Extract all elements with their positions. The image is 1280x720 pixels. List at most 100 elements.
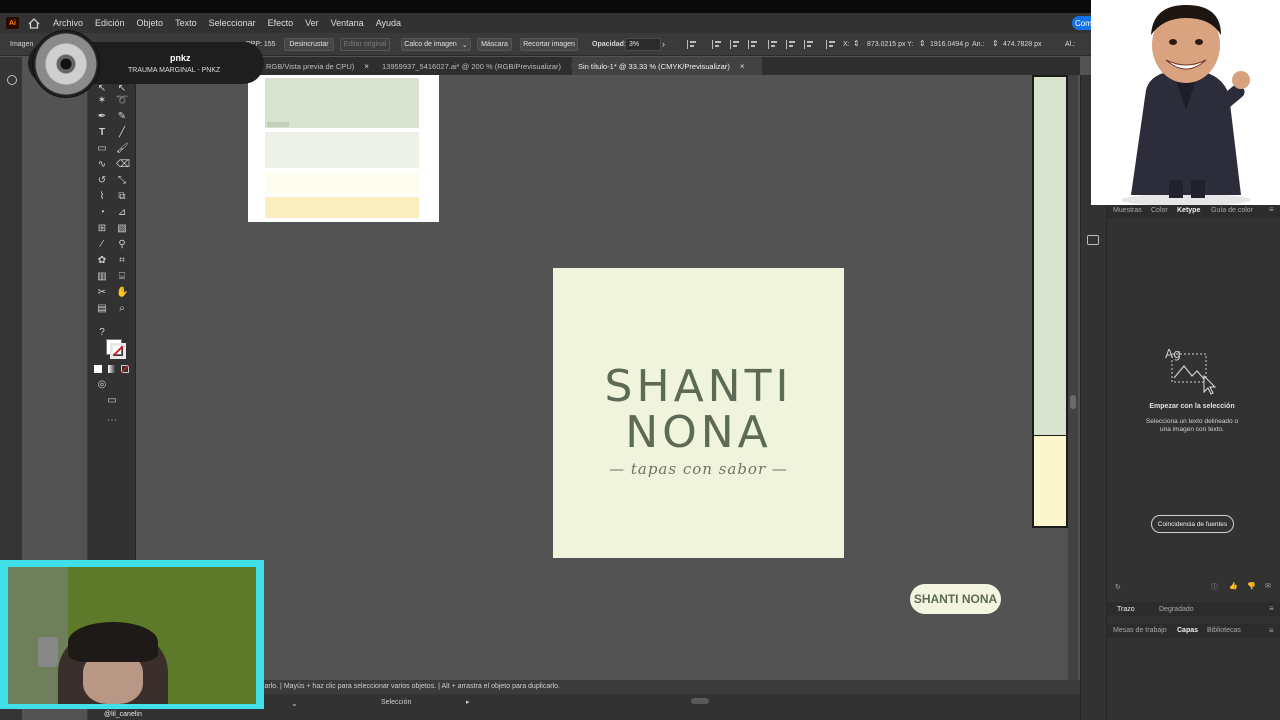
menu-objeto[interactable]: Objeto: [137, 18, 164, 28]
right-swatch-yellow[interactable]: [1034, 436, 1066, 526]
y-stepper-icon[interactable]: ⇕: [919, 39, 926, 48]
vertical-scrollbar[interactable]: [1068, 75, 1078, 680]
info-icon[interactable]: ⓘ: [1211, 582, 1218, 592]
recortar-imagen-button[interactable]: Recortar imagen: [520, 38, 578, 51]
panel-menu-icon[interactable]: ≡: [1269, 604, 1274, 613]
zoom-tool-icon[interactable]: ⌕: [116, 303, 128, 315]
column-graph-tool-icon[interactable]: ⌗: [116, 255, 128, 267]
align-top-icon[interactable]: [768, 40, 778, 49]
tab-mesas-trabajo[interactable]: Mesas de trabajo: [1113, 627, 1167, 634]
panel-toggle-icon[interactable]: [7, 75, 17, 85]
warp-tool-icon[interactable]: ⌇: [96, 191, 108, 203]
perspective-grid-tool-icon[interactable]: ⊿: [116, 207, 128, 219]
transform-grid-icon[interactable]: [826, 40, 836, 49]
artboard-tool-icon[interactable]: ⌸: [116, 271, 128, 283]
shape-builder-tool-icon[interactable]: ◔: [96, 207, 108, 219]
chevron-down-icon[interactable]: ⌄: [291, 699, 298, 708]
menu-texto[interactable]: Texto: [175, 18, 197, 28]
tab-document-2[interactable]: 13959937_5416027.ai* @ 200 % (RGB/Previs…: [376, 57, 576, 75]
screen-mode-icon[interactable]: ▭: [106, 395, 118, 407]
menu-archivo[interactable]: Archivo: [53, 18, 83, 28]
shaper-tool-icon[interactable]: ∿: [96, 159, 108, 171]
palette-swatch-yellow[interactable]: [265, 197, 419, 218]
gradient-tool-icon[interactable]: ▧: [116, 223, 128, 235]
eraser-tool-icon[interactable]: ⌫: [116, 159, 130, 171]
editar-original-button[interactable]: Editar original: [340, 38, 390, 51]
graph-tool-icon[interactable]: ▥: [96, 271, 108, 283]
opacidad-input[interactable]: 3%: [625, 38, 661, 51]
eyedropper-tool-icon[interactable]: ⁄: [96, 239, 108, 251]
tab-color[interactable]: Color: [1151, 207, 1168, 214]
more-tools-icon[interactable]: ⋯: [106, 415, 118, 427]
symbol-sprayer-tool-icon[interactable]: ✿: [96, 255, 108, 267]
x-input[interactable]: 873.0215 px: [867, 41, 906, 48]
paintbrush-tool-icon[interactable]: 🖌: [116, 143, 129, 155]
hand-tool-icon[interactable]: ✋: [116, 287, 128, 299]
stroke-swatch[interactable]: [110, 343, 126, 359]
width-input[interactable]: 474.7828 px: [1003, 41, 1042, 48]
menu-seleccionar[interactable]: Seleccionar: [209, 18, 256, 28]
refresh-icon[interactable]: ↻: [1115, 583, 1121, 591]
slice-tool-icon[interactable]: ✂: [96, 287, 108, 299]
draw-mode-icon[interactable]: ◎: [96, 379, 108, 391]
magic-wand-tool-icon[interactable]: ✶: [96, 95, 108, 107]
close-icon[interactable]: ×: [740, 62, 745, 71]
print-tiling-tool-icon[interactable]: ▤: [96, 303, 108, 315]
menu-ayuda[interactable]: Ayuda: [376, 18, 401, 28]
logo-text-shanti[interactable]: SHANTI: [605, 364, 793, 410]
palette-swatch-green[interactable]: [265, 78, 419, 128]
right-swatch-green[interactable]: [1034, 77, 1066, 435]
mascara-button[interactable]: Máscara: [477, 38, 512, 51]
home-icon[interactable]: [27, 16, 41, 30]
comments-icon[interactable]: [1087, 235, 1099, 245]
tab-guia-color[interactable]: Guía de color: [1211, 207, 1253, 214]
panel-menu-icon[interactable]: ≡: [1269, 205, 1274, 214]
gradient-mode-icon[interactable]: [108, 365, 116, 373]
pen-tool-icon[interactable]: ✒: [96, 111, 108, 123]
palette-swatch-cream[interactable]: [265, 172, 419, 194]
direct-selection-tool-icon[interactable]: ↖: [116, 83, 128, 95]
none-mode-icon[interactable]: [121, 365, 129, 373]
align-right-icon[interactable]: [748, 40, 758, 49]
logo-tagline[interactable]: — tapas con sabor —: [609, 460, 788, 478]
align-bottom-icon[interactable]: [804, 40, 814, 49]
panel-menu-icon[interactable]: ≡: [1269, 626, 1274, 635]
menu-ventana[interactable]: Ventana: [331, 18, 364, 28]
close-icon[interactable]: ×: [364, 62, 369, 71]
help-icon[interactable]: ?: [96, 327, 108, 339]
mesh-tool-icon[interactable]: ⊞: [96, 223, 108, 235]
tab-capas[interactable]: Capas: [1177, 627, 1198, 634]
color-mode-icon[interactable]: [94, 365, 102, 373]
tab-document-3[interactable]: Sin título-1* @ 33.33 % (CMYK/Previsuali…: [572, 57, 762, 75]
tab-ketype[interactable]: Ketype: [1177, 207, 1200, 214]
x-stepper-icon[interactable]: ⇕: [853, 39, 860, 48]
play-icon[interactable]: ▸: [466, 698, 470, 706]
tab-bibliotecas[interactable]: Bibliotecas: [1207, 627, 1241, 634]
thumbs-up-icon[interactable]: 👍: [1229, 582, 1238, 590]
calco-imagen-button[interactable]: Calco de imagen ⌄: [401, 38, 471, 51]
rectangle-tool-icon[interactable]: ▭: [96, 143, 108, 155]
scale-tool-icon[interactable]: ⤡: [116, 175, 128, 187]
logo-pill[interactable]: SHANTI NONA: [910, 584, 1001, 614]
align-middle-v-icon[interactable]: [786, 40, 796, 49]
vertical-guide[interactable]: [541, 75, 542, 680]
match-fonts-button[interactable]: Coincidencia de fuentes: [1151, 515, 1234, 533]
tab-degradado[interactable]: Degradado: [1159, 606, 1194, 613]
horizontal-scrollbar-thumb[interactable]: [691, 698, 709, 704]
line-tool-icon[interactable]: ╱: [116, 127, 128, 139]
scrollbar-thumb[interactable]: [1070, 395, 1076, 409]
tab-trazo[interactable]: Trazo: [1117, 606, 1135, 613]
menu-edicion[interactable]: Edición: [95, 18, 125, 28]
tab-document-1[interactable]: RGB/Vista previa de CPU) ×: [260, 57, 375, 75]
align-left-icon[interactable]: [712, 40, 722, 49]
chevron-right-icon[interactable]: ›: [662, 39, 665, 49]
palette-swatch-light-green[interactable]: [265, 132, 419, 168]
free-transform-tool-icon[interactable]: ⧉: [116, 191, 128, 203]
desincrustar-button[interactable]: Desincrustar: [284, 38, 334, 51]
menu-efecto[interactable]: Efecto: [268, 18, 294, 28]
menu-ver[interactable]: Ver: [305, 18, 319, 28]
type-tool-icon[interactable]: T: [96, 127, 108, 139]
curvature-tool-icon[interactable]: ✎: [116, 111, 128, 123]
logo-text-nona[interactable]: NONA: [625, 410, 772, 456]
align-options-icon[interactable]: [687, 40, 697, 49]
